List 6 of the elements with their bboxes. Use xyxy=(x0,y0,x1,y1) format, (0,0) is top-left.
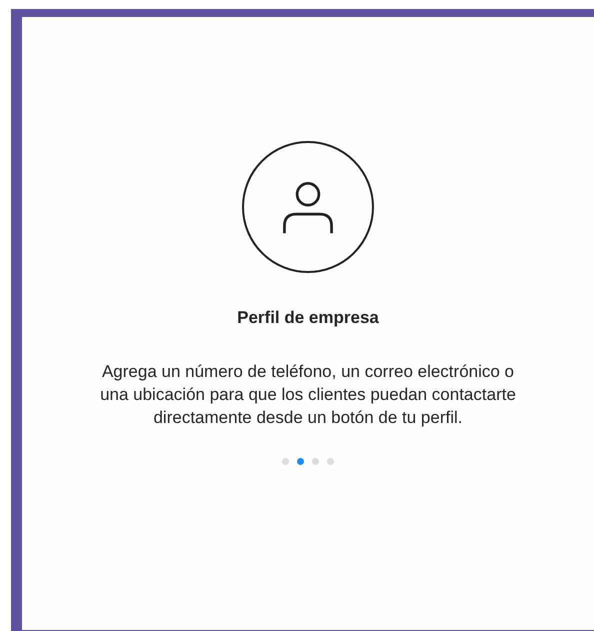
feature-title: Perfil de empresa xyxy=(237,308,379,328)
page-dot[interactable] xyxy=(297,458,304,465)
page-dot[interactable] xyxy=(312,458,319,465)
page-dot[interactable] xyxy=(327,458,334,465)
feature-description: Agrega un número de teléfono, un correo electrónico o una ubicación para que los clientes puedan contactarte directamente desde un botón de tu perfil. xyxy=(99,361,517,429)
page-dot[interactable] xyxy=(282,458,289,465)
